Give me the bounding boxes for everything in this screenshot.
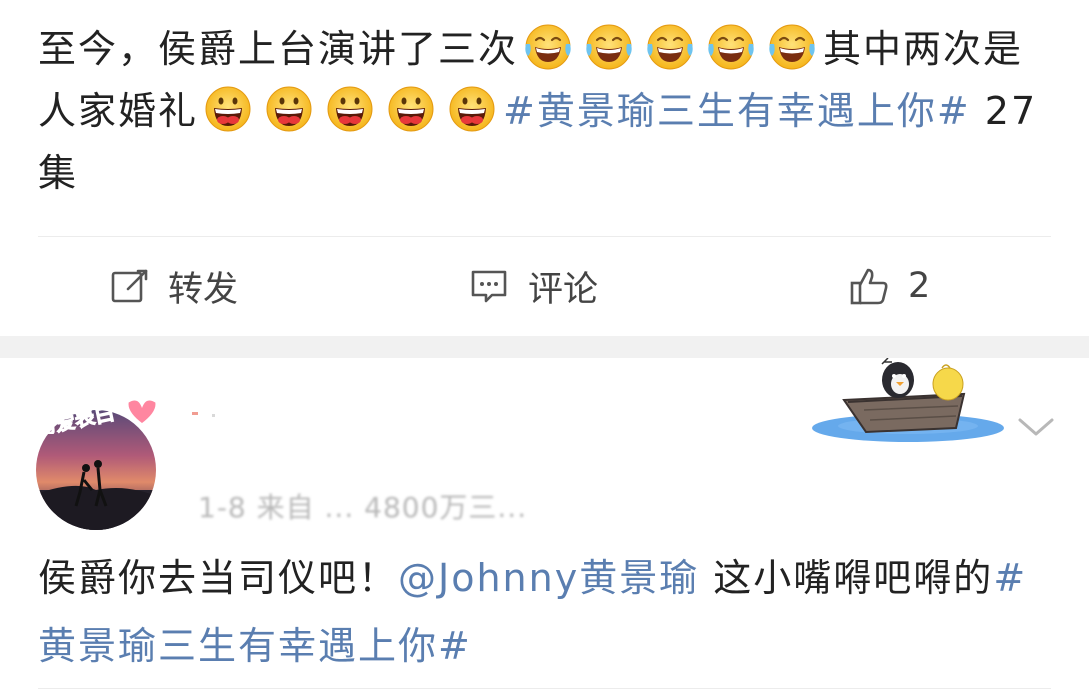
comment-button[interactable]: 评论 bbox=[468, 254, 598, 318]
big-grin-face-icon bbox=[325, 84, 375, 134]
weibo-post: 至今，侯爵上台演讲了三次 其中两次是人家婚礼 #黄景瑜三生有幸遇上你# 27 集 转… bbox=[0, 0, 1089, 336]
topic-hashtag-link[interactable]: #黄景瑜三生有幸遇上你# bbox=[503, 89, 971, 133]
chevron-down-icon[interactable] bbox=[1016, 414, 1056, 440]
repost-button[interactable]: 转发 bbox=[108, 254, 238, 318]
section-separator bbox=[0, 336, 1089, 358]
repost-label: 转发 bbox=[168, 269, 239, 310]
thumbs-up-icon bbox=[850, 268, 888, 305]
svg-text:为爱表白: 为爱表白 bbox=[33, 400, 116, 434]
post-text-part-1: 至今，侯爵上台演讲了三次 bbox=[38, 27, 519, 71]
big-grin-face-icon bbox=[447, 84, 497, 134]
laughing-crying-face-icon bbox=[706, 22, 756, 72]
comment-bubble-icon bbox=[471, 270, 507, 303]
divider bbox=[38, 688, 1051, 689]
laughing-crying-face-icon bbox=[584, 22, 634, 72]
post-text-part-1: 侯爵你去当司仪吧！ bbox=[38, 556, 399, 600]
weibo-post: 为爱表白 1-8 来自 ... 4800万三... 侯爵你去当司仪吧！@John… bbox=[0, 358, 1089, 691]
big-grin-face-icon bbox=[203, 84, 253, 134]
big-grin-face-icon bbox=[264, 84, 314, 134]
laughing-crying-face-icon bbox=[645, 22, 695, 72]
boat-sticker-icon bbox=[812, 358, 1004, 442]
laughing-crying-face-icon bbox=[523, 22, 573, 72]
post-text-part-2: 这小嘴嘚吧嘚的 bbox=[699, 556, 994, 600]
post-text: 至今，侯爵上台演讲了三次 其中两次是人家婚礼 #黄景瑜三生有幸遇上你# 27 集 bbox=[38, 18, 1048, 204]
username-blurred[interactable] bbox=[190, 410, 250, 420]
divider bbox=[38, 236, 1051, 237]
like-button[interactable]: 2 bbox=[848, 254, 930, 318]
action-bar: 转发 评论 2 bbox=[0, 254, 1089, 318]
laughing-crying-face-icon bbox=[767, 22, 817, 72]
post-text: 侯爵你去当司仪吧！@Johnny黄景瑜 这小嘴嘚吧嘚的#黄景瑜三生有幸遇上你# bbox=[38, 544, 1058, 680]
comment-label: 评论 bbox=[528, 269, 599, 310]
big-grin-face-icon bbox=[386, 84, 436, 134]
like-count: 2 bbox=[908, 266, 931, 306]
user-mention-link[interactable]: @Johnny黄景瑜 bbox=[398, 556, 699, 600]
love-confession-badge-icon: 为爱表白 bbox=[33, 399, 157, 434]
post-meta: 1-8 来自 ... 4800万三... bbox=[198, 491, 528, 524]
share-edit-icon bbox=[111, 269, 148, 303]
